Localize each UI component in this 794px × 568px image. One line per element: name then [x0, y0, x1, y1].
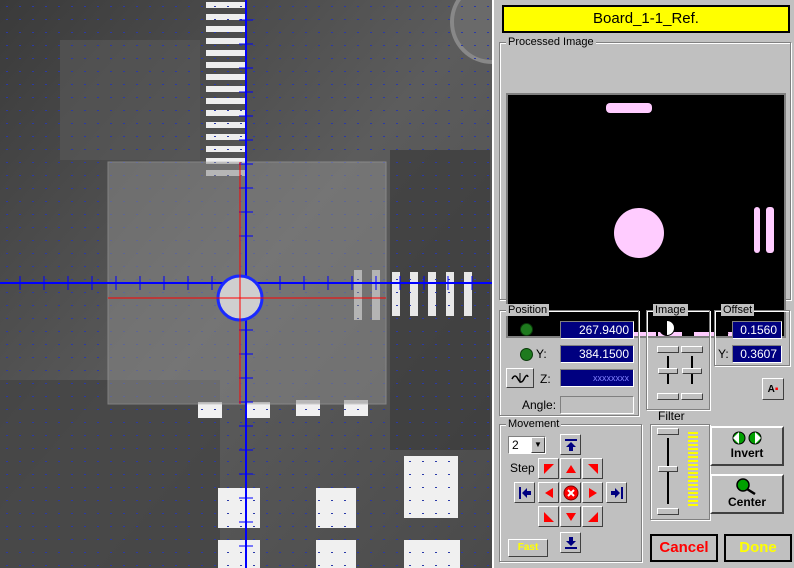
- contrast-down-button[interactable]: [657, 393, 679, 400]
- filter-up-button[interactable]: [657, 428, 679, 435]
- brightness-slider-thumb[interactable]: [682, 368, 702, 374]
- step-select-value: 2: [512, 438, 519, 452]
- move-bottom-icon: [564, 536, 577, 549]
- x-status-led: [520, 323, 533, 336]
- brightness-icon: ☼: [682, 318, 697, 335]
- offset-x-field[interactable]: 0.1560: [732, 321, 782, 339]
- arrow-up-left-icon: [543, 463, 554, 474]
- processed-image-label: Processed Image: [506, 36, 596, 48]
- move-left-button[interactable]: [538, 482, 559, 503]
- fast-button[interactable]: Fast: [508, 539, 548, 557]
- contrast-up-button[interactable]: [657, 346, 679, 353]
- position-x-label: X:: [536, 323, 548, 337]
- center-button[interactable]: Center: [710, 474, 784, 514]
- control-panel: Board_1-1_Ref. Processed Image Position …: [492, 0, 794, 568]
- vision-calibration-window: Board_1-1_Ref. Processed Image Position …: [0, 0, 794, 568]
- color-settings-button[interactable]: A▪: [762, 378, 784, 400]
- invert-button[interactable]: Invert: [710, 426, 784, 466]
- move-down-left-button[interactable]: [538, 506, 559, 527]
- center-label: Center: [727, 495, 766, 509]
- invert-label: Invert: [730, 446, 764, 460]
- offset-x-label: X:: [718, 323, 730, 337]
- move-far-left-icon: [518, 486, 531, 499]
- arrow-right-icon: [588, 487, 597, 498]
- step-select[interactable]: 2 ▼: [508, 436, 546, 454]
- arrow-down-right-icon: [587, 511, 598, 522]
- board-title: Board_1-1_Ref.: [502, 5, 790, 33]
- move-top-icon: [564, 438, 577, 451]
- arrow-down-left-icon: [543, 511, 554, 522]
- filter-group: [650, 424, 710, 520]
- move-right-button[interactable]: [582, 482, 603, 503]
- camera-view[interactable]: [0, 0, 492, 568]
- position-z-field[interactable]: xxxxxxxx: [560, 369, 634, 387]
- color-font-icon: A▪: [767, 383, 779, 395]
- arrow-up-icon: [565, 464, 576, 473]
- move-far-right-button[interactable]: [606, 482, 627, 503]
- image-label: Image: [653, 304, 688, 316]
- movement-label: Movement: [506, 418, 562, 430]
- arrow-up-right-icon: [587, 463, 598, 474]
- filter-label: Filter: [658, 409, 685, 423]
- position-label: Position: [506, 304, 550, 316]
- move-down-right-button[interactable]: [582, 506, 603, 527]
- y-status-led: [520, 348, 533, 361]
- offset-y-field[interactable]: 0.3607: [732, 345, 782, 363]
- filter-level-meter: [688, 432, 698, 508]
- move-top-button[interactable]: [560, 434, 581, 455]
- angle-field[interactable]: [560, 396, 634, 414]
- angle-label: Angle:: [522, 398, 557, 412]
- cancel-button[interactable]: Cancel: [650, 534, 718, 562]
- arrow-left-icon: [544, 487, 553, 498]
- move-far-right-icon: [610, 486, 623, 499]
- done-button[interactable]: Done: [724, 534, 792, 562]
- processed-image-group: Processed Image: [499, 36, 791, 338]
- step-label: Step: [510, 461, 535, 475]
- move-far-left-button[interactable]: [514, 482, 535, 503]
- stop-icon: [563, 485, 578, 500]
- filter-slider-thumb[interactable]: [658, 466, 678, 472]
- position-y-label: Y:: [536, 347, 547, 361]
- brightness-up-button[interactable]: [681, 346, 703, 353]
- chevron-down-icon[interactable]: ▼: [531, 437, 545, 453]
- processed-image-view: [506, 93, 786, 338]
- move-up-right-button[interactable]: [582, 458, 603, 479]
- arrow-down-icon: [565, 512, 576, 521]
- brightness-down-button[interactable]: [681, 393, 703, 400]
- stop-button[interactable]: [560, 482, 581, 503]
- move-bottom-button[interactable]: [560, 532, 581, 553]
- position-y-field[interactable]: 384.1500: [560, 345, 634, 363]
- offset-label: Offset: [721, 304, 755, 316]
- z-probe-button[interactable]: [506, 368, 534, 388]
- contrast-icon: [659, 320, 675, 336]
- move-up-left-button[interactable]: [538, 458, 559, 479]
- position-z-label: Z:: [540, 372, 551, 386]
- move-up-button[interactable]: [560, 458, 581, 479]
- probe-icon: [511, 373, 529, 383]
- offset-y-label: Y:: [718, 347, 729, 361]
- invert-icon: [732, 431, 762, 445]
- contrast-slider-thumb[interactable]: [658, 368, 678, 374]
- position-x-field[interactable]: 267.9400: [560, 321, 634, 339]
- move-down-button[interactable]: [560, 506, 581, 527]
- camera-image: [0, 0, 492, 568]
- center-magnifier-icon: [736, 478, 756, 495]
- filter-down-button[interactable]: [657, 508, 679, 515]
